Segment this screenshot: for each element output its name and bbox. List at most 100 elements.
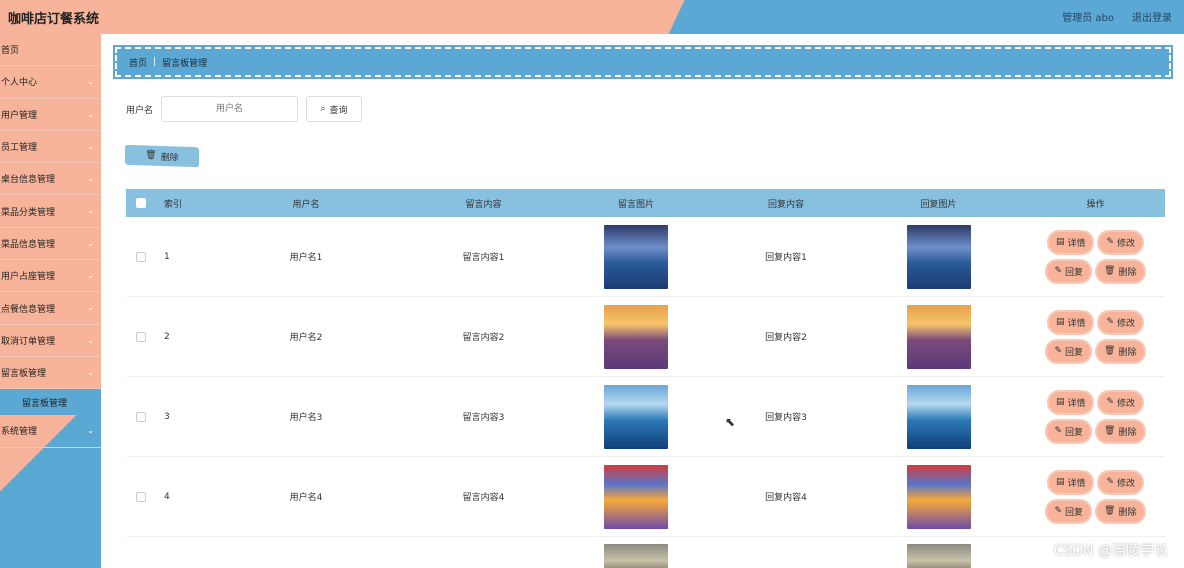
- message-image[interactable]: [604, 224, 668, 289]
- sidebar-item[interactable]: 用户管理 ⌄: [0, 99, 101, 131]
- detail-button[interactable]: ▤ 详情: [1048, 391, 1093, 413]
- sidebar-subitem-message-board[interactable]: 留言板管理: [0, 389, 101, 416]
- col-message: 留言内容: [465, 199, 502, 210]
- cell-message: 留言内容2: [462, 333, 505, 343]
- sidebar-subitem-label: 留言板管理: [22, 398, 68, 409]
- reply-image[interactable]: [906, 464, 971, 529]
- chevron-down-icon: ⌄: [87, 335, 94, 345]
- pencil-icon: ✎: [1106, 477, 1115, 487]
- reply-image[interactable]: [906, 384, 971, 449]
- cell-reply: 回复内容3: [765, 413, 807, 423]
- edit-button[interactable]: ✎ 修改: [1099, 391, 1143, 413]
- sidebar-item-label: 菜品信息管理: [1, 239, 56, 250]
- reply-image[interactable]: [906, 304, 971, 369]
- delete-label: 删除: [1118, 267, 1137, 278]
- breadcrumb-separator: |: [153, 57, 157, 67]
- cell-index: 2: [164, 331, 170, 342]
- trash-icon: 🗑: [1104, 266, 1116, 276]
- delete-label: 删除: [1118, 347, 1137, 358]
- sidebar-item-label: 员工管理: [1, 143, 38, 154]
- message-image[interactable]: [604, 544, 668, 568]
- message-image[interactable]: [604, 304, 668, 369]
- chevron-down-icon: ⌄: [87, 141, 94, 151]
- detail-label: 详情: [1067, 478, 1086, 489]
- col-reply-image: 回复图片: [920, 199, 957, 210]
- cell-reply: 回复内容1: [765, 253, 807, 263]
- main-content: 首页 | 留言板管理 用户名 ⌕ 查询 🗑 删除 索引 用户名 留言内容 留言图…: [101, 34, 1184, 568]
- sidebar-item-label: 桌台信息管理: [1, 175, 56, 186]
- mouse-cursor-icon: ⬉: [725, 415, 736, 429]
- message-image[interactable]: [604, 464, 668, 529]
- edit-button[interactable]: ✎ 修改: [1099, 231, 1143, 253]
- reply-label: 回复: [1065, 347, 1084, 358]
- detail-button[interactable]: ▤ 详情: [1048, 231, 1093, 253]
- search-button[interactable]: ⌕ 查询: [306, 96, 363, 122]
- col-username: 用户名: [292, 199, 320, 210]
- search-icon: ⌕: [320, 104, 326, 114]
- cell-message: 留言内容1: [462, 253, 505, 263]
- sidebar-item-label: 点餐信息管理: [1, 304, 56, 315]
- pencil-icon: ✎: [1106, 397, 1115, 407]
- top-header: 咖啡店订餐系统 管理员 abo 退出登录: [0, 0, 1184, 34]
- search-button-label: 查询: [329, 105, 348, 116]
- sidebar-item[interactable]: 首页: [0, 34, 101, 67]
- document-icon: ▤: [1055, 237, 1065, 247]
- edit-button[interactable]: ✎ 修改: [1099, 471, 1143, 493]
- table-row: 2 用户名2 留言内容2 回复内容2 ▤ 详情 ✎ 修改 ✎ 回复 🗑 删除: [126, 297, 1165, 377]
- search-input[interactable]: [161, 96, 299, 122]
- logout-link[interactable]: 退出登录: [1132, 9, 1172, 24]
- row-checkbox[interactable]: [136, 491, 146, 502]
- delete-button[interactable]: 🗑 删除: [1097, 340, 1144, 362]
- chevron-down-icon: ⌄: [87, 426, 94, 436]
- detail-button[interactable]: ▤ 详情: [1048, 471, 1093, 493]
- detail-label: 详情: [1067, 398, 1086, 409]
- row-checkbox[interactable]: [136, 331, 146, 342]
- cell-reply: 回复内容2: [765, 333, 807, 343]
- sidebar-item[interactable]: 点餐信息管理 ⌄: [0, 292, 101, 325]
- document-icon: ▤: [1055, 477, 1065, 487]
- breadcrumb-current: 留言板管理: [162, 58, 208, 69]
- row-checkbox[interactable]: [136, 411, 146, 422]
- sidebar-item[interactable]: 用户占座管理 ⌄: [0, 260, 101, 293]
- sidebar-item-label: 用户管理: [1, 110, 38, 121]
- table-row-partial: [126, 537, 1165, 568]
- sidebar-item[interactable]: 个人中心 ⌄: [0, 66, 101, 99]
- col-index: 索引: [164, 199, 183, 210]
- admin-user[interactable]: 管理员 abo: [1062, 9, 1114, 24]
- batch-delete-button[interactable]: 🗑 删除: [125, 144, 199, 168]
- sidebar-item[interactable]: 取消订单管理 ⌄: [0, 325, 101, 357]
- delete-button[interactable]: 🗑 删除: [1097, 420, 1144, 442]
- sidebar-item[interactable]: 员工管理 ⌄: [0, 131, 101, 164]
- reply-label: 回复: [1065, 427, 1084, 438]
- reply-button[interactable]: ✎ 回复: [1047, 420, 1091, 442]
- batch-delete-label: 删除: [160, 152, 179, 164]
- row-actions: ▤ 详情 ✎ 修改 ✎ 回复 🗑 删除: [1026, 391, 1165, 442]
- sidebar-item[interactable]: 留言板管理 ⌄: [0, 357, 101, 390]
- detail-button[interactable]: ▤ 详情: [1048, 311, 1093, 333]
- sidebar-item-label: 系统管理: [1, 427, 38, 438]
- pencil-icon: ✎: [1106, 317, 1115, 327]
- sidebar-item-label: 取消订单管理: [1, 336, 56, 347]
- reply-button[interactable]: ✎ 回复: [1047, 340, 1091, 362]
- sidebar-item-system[interactable]: 系统管理 ⌄: [0, 415, 101, 448]
- sidebar-item[interactable]: 菜品信息管理 ⌄: [0, 228, 101, 261]
- pencil-icon: ✎: [1054, 506, 1063, 516]
- sidebar-item[interactable]: 菜品分类管理 ⌄: [0, 195, 101, 228]
- header-actions: 管理员 abo 退出登录: [1062, 9, 1172, 24]
- reply-button[interactable]: ✎ 回复: [1047, 500, 1091, 522]
- delete-button[interactable]: 🗑 删除: [1097, 500, 1144, 522]
- reply-image[interactable]: [906, 224, 971, 289]
- watermark: CSDN @涪陵学长: [1053, 543, 1168, 559]
- breadcrumb-home[interactable]: 首页: [129, 56, 147, 69]
- chevron-down-icon: ⌄: [87, 271, 94, 281]
- row-checkbox[interactable]: [136, 251, 146, 262]
- select-all-checkbox[interactable]: [136, 198, 146, 208]
- message-image[interactable]: [604, 384, 668, 449]
- delete-button[interactable]: 🗑 删除: [1097, 260, 1144, 282]
- sidebar-item[interactable]: 桌台信息管理 ⌄: [0, 163, 101, 196]
- reply-button[interactable]: ✎ 回复: [1047, 260, 1091, 282]
- reply-label: 回复: [1065, 267, 1084, 278]
- edit-button[interactable]: ✎ 修改: [1099, 311, 1143, 333]
- row-actions: ▤ 详情 ✎ 修改 ✎ 回复 🗑 删除: [1026, 231, 1165, 282]
- reply-image[interactable]: [906, 544, 971, 568]
